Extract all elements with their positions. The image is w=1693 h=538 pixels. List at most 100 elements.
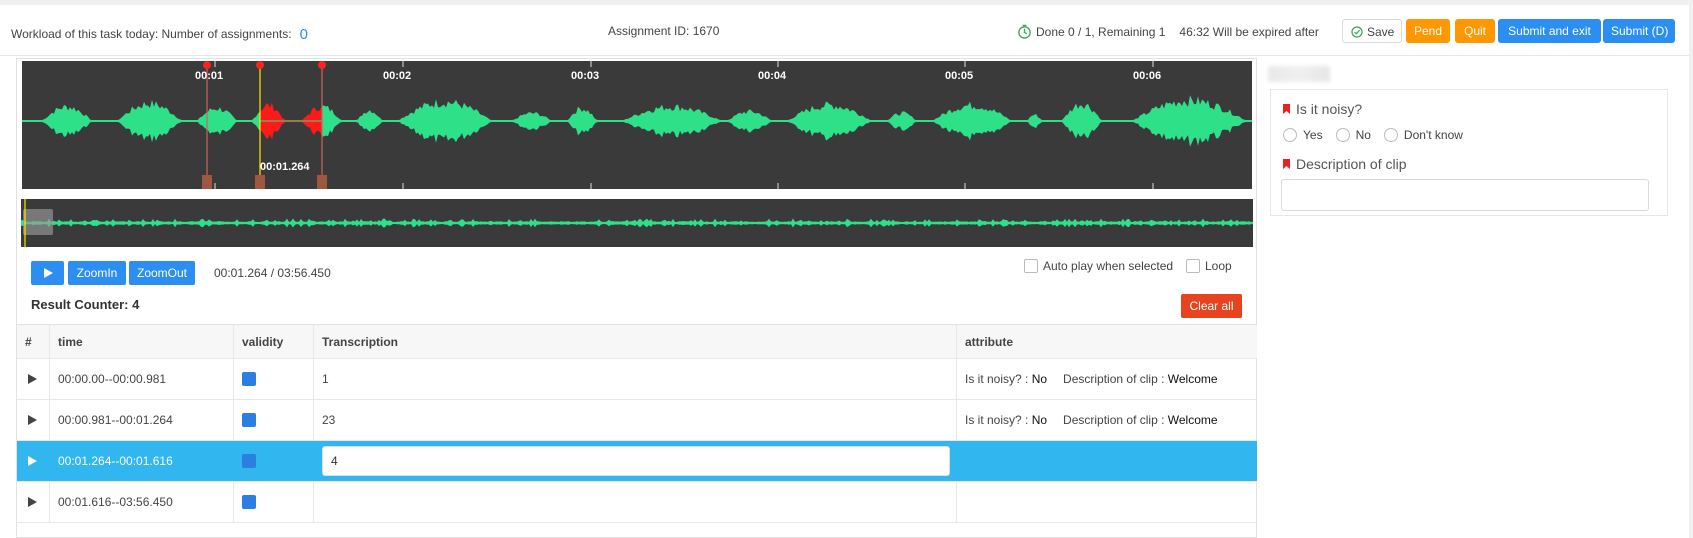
boundary-handle — [203, 61, 211, 69]
row-time: 00:00.00--00:00.981 — [50, 359, 234, 399]
row-attribute — [957, 441, 1257, 481]
description-input[interactable] — [1281, 179, 1649, 211]
validity-checkbox[interactable] — [242, 413, 256, 427]
table-row-selected[interactable]: 00:01.264--00:01.616 4 — [17, 441, 1257, 482]
tick-label: 00:06 — [1133, 70, 1162, 82]
header-time: time — [50, 325, 234, 358]
boundary-handle — [318, 61, 326, 69]
row-time: 00:01.616--03:56.450 — [50, 482, 234, 522]
workload-label: Workload of this task today: Number of a… — [11, 27, 292, 41]
validity-checkbox[interactable] — [242, 495, 256, 509]
question-description: Description of clip — [1283, 156, 1407, 172]
checkbox-box[interactable] — [1186, 259, 1200, 273]
row-time: 00:00.981--00:01.264 — [50, 400, 234, 440]
tick-label: 00:04 — [758, 70, 787, 82]
row-validity[interactable] — [234, 359, 314, 399]
row-transcription[interactable]: 23 — [314, 400, 957, 440]
radio-circle[interactable] — [1283, 128, 1297, 142]
transcription-input[interactable]: 4 — [322, 446, 950, 476]
task-status: Done 0 / 1, Remaining 1 46:32 Will be ex… — [1017, 24, 1319, 39]
attr-label: Description of clip : — [1063, 372, 1165, 386]
timer-icon — [1018, 24, 1031, 39]
workload-info: Workload of this task today: Number of a… — [11, 25, 308, 43]
play-icon[interactable] — [28, 374, 37, 384]
radio-label: No — [1355, 128, 1371, 142]
header-transcription: Transcription — [314, 325, 957, 358]
radio-yes[interactable]: Yes — [1283, 128, 1323, 142]
loop-label: Loop — [1205, 259, 1232, 273]
play-icon[interactable] — [28, 415, 37, 425]
boundary-handle — [256, 61, 264, 69]
attr-value: No — [1031, 413, 1048, 427]
radio-no[interactable]: No — [1335, 128, 1371, 142]
result-counter: Result Counter: 4 — [31, 297, 140, 312]
play-icon[interactable] — [28, 497, 37, 507]
validity-checkbox[interactable] — [242, 454, 256, 468]
row-attribute: Is it noisy? : No Description of clip : W… — [957, 359, 1257, 399]
viewport-window — [23, 209, 53, 235]
attr-value: Welcome — [1167, 413, 1218, 427]
zoom-in-button[interactable]: ZoomIn — [68, 261, 126, 285]
overview-waveform[interactable] — [21, 199, 1253, 247]
playback-time: 00:01.264 / 03:56.450 — [214, 266, 331, 280]
attr-label: Is it noisy? : — [965, 372, 1029, 386]
row-transcription[interactable]: 1 — [314, 359, 957, 399]
submit-and-exit-button[interactable]: Submit and exit — [1498, 19, 1601, 43]
row-attribute: Is it noisy? : No Description of clip : W… — [957, 400, 1257, 440]
row-play[interactable] — [17, 441, 50, 481]
row-transcription[interactable]: 4 — [314, 441, 957, 481]
table-row[interactable]: 00:00.00--00:00.981 1 Is it noisy? : No D… — [17, 359, 1257, 400]
radio-dont-know[interactable]: Don't know — [1383, 128, 1463, 142]
header-validity: validity — [234, 325, 314, 358]
table-row[interactable]: 00:01.616--03:56.450 — [17, 482, 1257, 523]
question-noisy: Is it noisy? — [1283, 101, 1362, 117]
row-play[interactable] — [17, 400, 50, 440]
segments-table: # time validity Transcription attribute … — [17, 324, 1257, 523]
radio-label: Yes — [1303, 128, 1323, 142]
tick-label: 00:05 — [945, 70, 974, 82]
overview-canvas[interactable] — [21, 199, 1253, 247]
question-noisy-label: Is it noisy? — [1296, 101, 1363, 117]
clear-all-button[interactable]: Clear all — [1181, 294, 1242, 318]
save-button[interactable]: Save — [1342, 19, 1402, 43]
row-validity[interactable] — [234, 482, 314, 522]
question-description-label: Description of clip — [1296, 156, 1407, 172]
quit-button[interactable]: Quit — [1455, 19, 1495, 43]
play-icon[interactable] — [28, 456, 37, 466]
auto-play-label: Auto play when selected — [1043, 259, 1174, 273]
row-play[interactable] — [17, 359, 50, 399]
row-play[interactable] — [17, 482, 50, 522]
attr-label: Is it noisy? : — [965, 413, 1029, 427]
auto-play-checkbox[interactable]: Auto play when selected — [1024, 259, 1173, 273]
validity-checkbox[interactable] — [242, 372, 256, 386]
radio-label: Don't know — [1403, 128, 1463, 142]
checkbox-box[interactable] — [1024, 259, 1038, 273]
expiry-text: 46:32 Will be expired after — [1179, 24, 1319, 39]
boundary-grip — [202, 175, 212, 189]
play-button[interactable] — [31, 261, 64, 285]
table-row[interactable]: 00:00.981--00:01.264 23 Is it noisy? : N… — [17, 400, 1257, 441]
table-header: # time validity Transcription attribute — [17, 325, 1257, 359]
workload-count: 0 — [299, 26, 308, 43]
assignment-id: Assignment ID: 1670 — [608, 24, 720, 38]
header-index: # — [17, 325, 50, 358]
overview-waveform-shape — [21, 218, 1253, 228]
attr-label: Description of clip : — [1063, 413, 1165, 427]
boundary-grip — [317, 175, 327, 189]
row-validity[interactable] — [234, 441, 314, 481]
required-flag-icon — [1283, 159, 1290, 169]
zoom-out-button[interactable]: ZoomOut — [129, 261, 195, 285]
blurred-title — [1268, 66, 1330, 82]
header-attribute: attribute — [965, 334, 1013, 349]
attr-value: Welcome — [1167, 372, 1218, 386]
submit-button[interactable]: Submit (D) — [1603, 19, 1675, 43]
loop-checkbox[interactable]: Loop — [1186, 259, 1232, 273]
row-transcription[interactable] — [314, 482, 957, 522]
radio-circle[interactable] — [1383, 128, 1398, 142]
row-time: 00:01.264--00:01.616 — [50, 441, 234, 481]
pend-button[interactable]: Pend — [1406, 19, 1450, 43]
row-validity[interactable] — [234, 400, 314, 440]
progress-text: Done 0 / 1, Remaining 1 — [1036, 24, 1166, 39]
radio-circle[interactable] — [1335, 128, 1350, 142]
tick-label: 00:02 — [383, 70, 412, 82]
